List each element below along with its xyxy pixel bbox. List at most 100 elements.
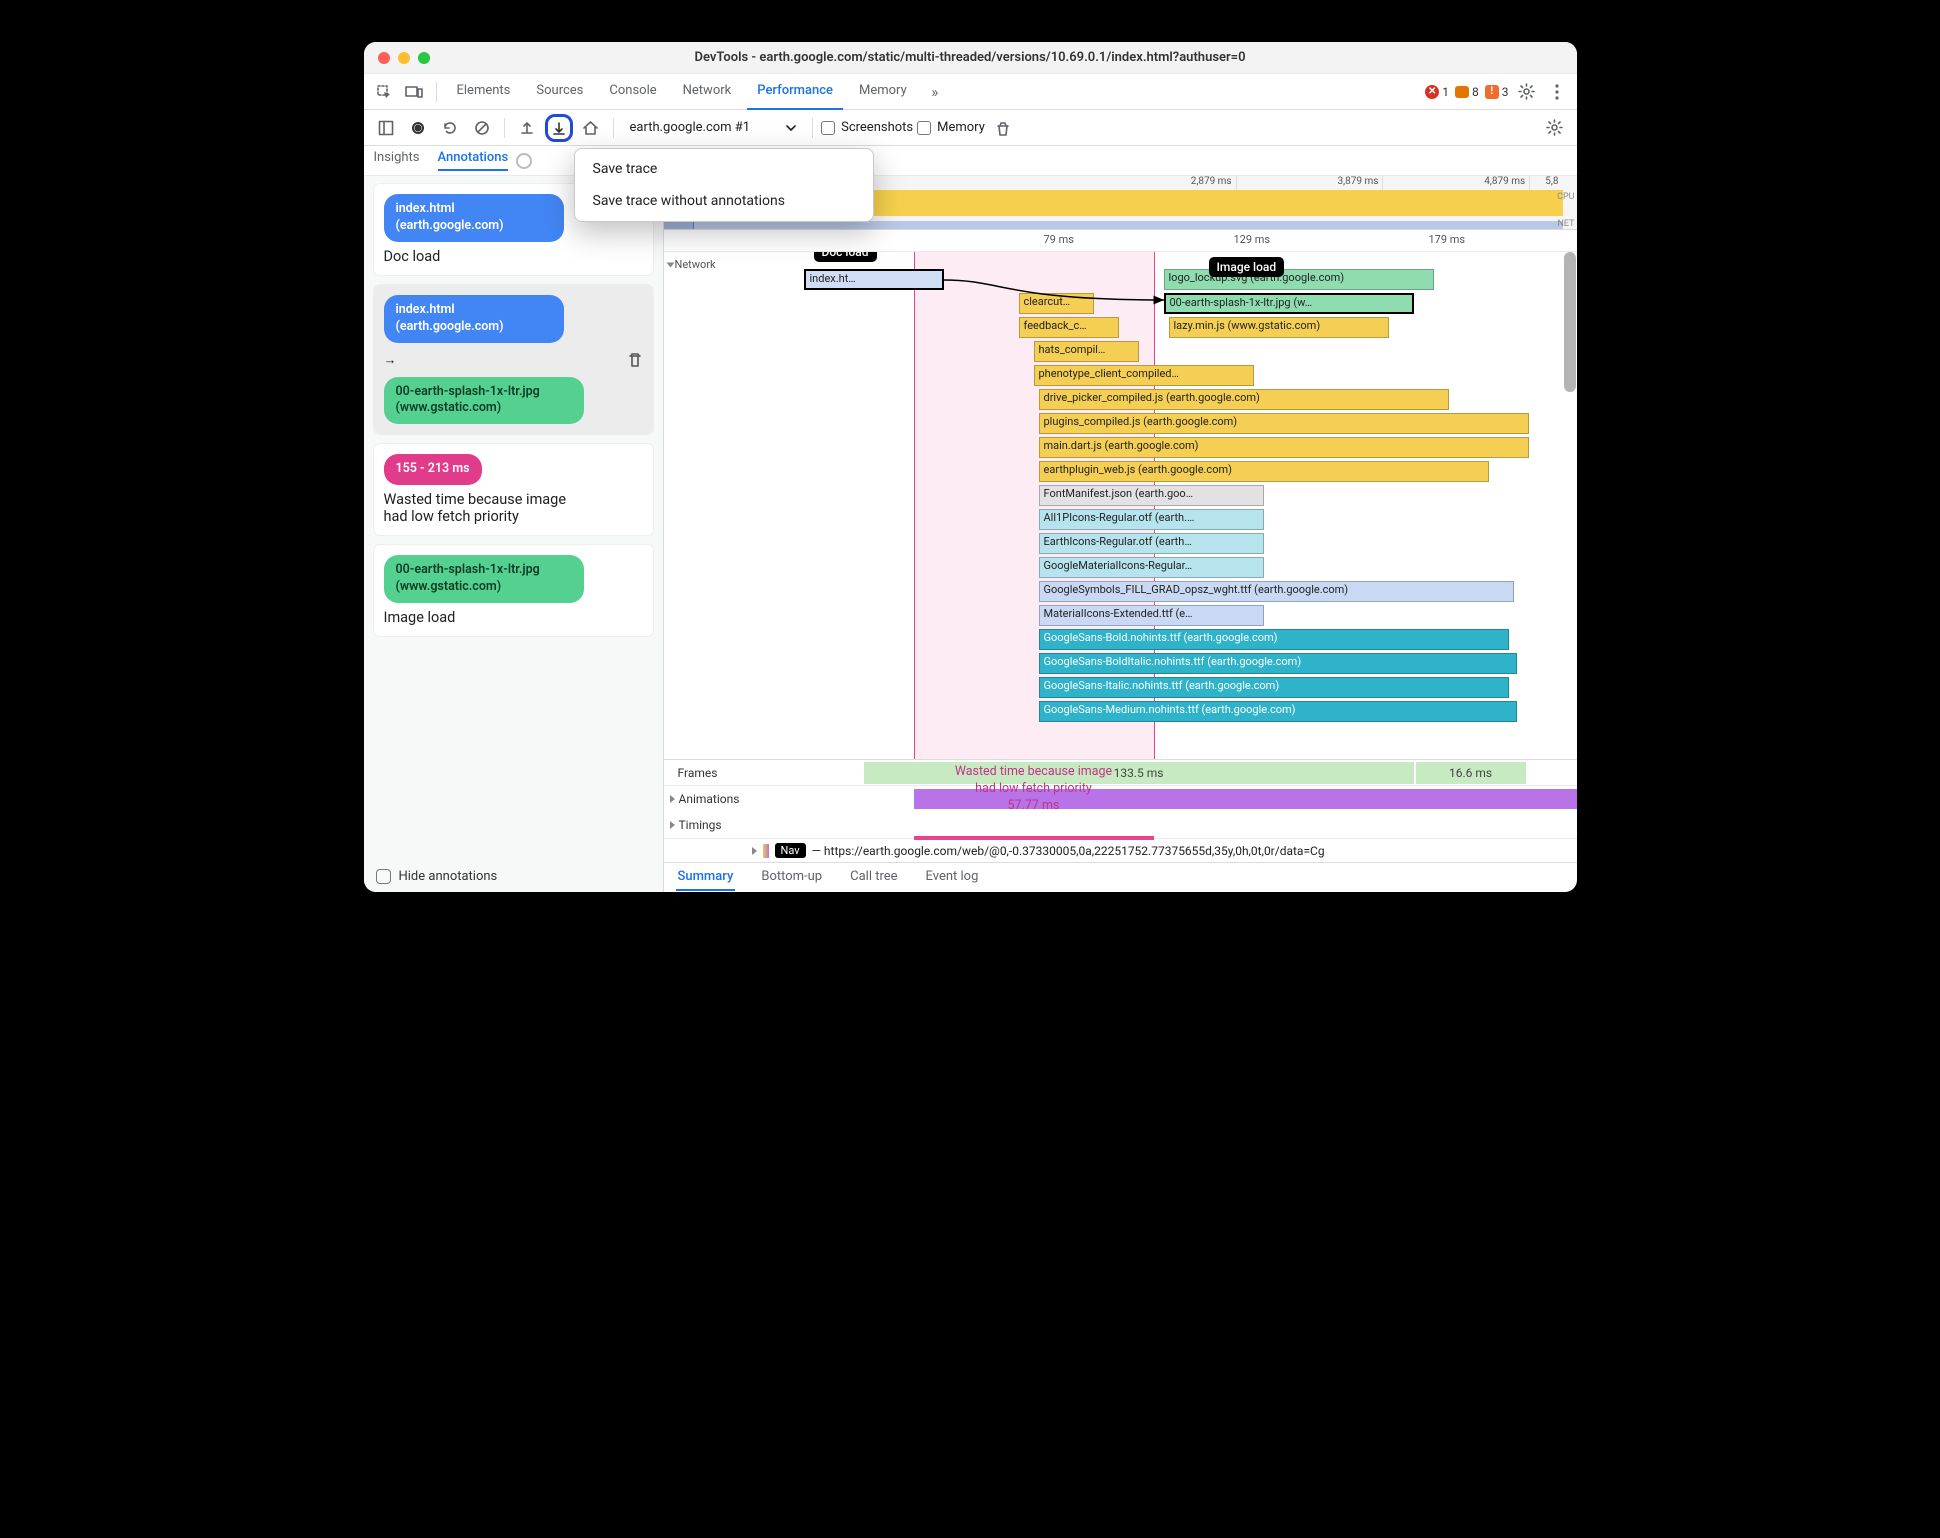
delete-annotation-icon[interactable] bbox=[627, 351, 643, 369]
error-count[interactable]: ✕1 bbox=[1425, 85, 1449, 99]
subtab-annotations[interactable]: Annotations bbox=[438, 150, 509, 171]
tab-performance[interactable]: Performance bbox=[747, 74, 843, 110]
pill-doc-load: Doc load bbox=[814, 252, 877, 262]
close-window[interactable] bbox=[378, 52, 390, 64]
tab-bottom-up[interactable]: Bottom-up bbox=[759, 864, 824, 891]
track-animations[interactable]: Animations bbox=[664, 786, 1577, 812]
tab-event-log[interactable]: Event log bbox=[924, 864, 981, 891]
annotations-sidebar: index.html (earth.google.com) Doc load i… bbox=[364, 176, 664, 892]
perf-toolbar: earth.google.com #1 Screenshots Memory bbox=[364, 110, 1577, 146]
reload-icon[interactable] bbox=[436, 114, 464, 142]
bar-pheno[interactable]: phenotype_client_compiled… bbox=[1034, 365, 1254, 386]
nav-expand-icon[interactable] bbox=[752, 847, 757, 855]
inspect-icon[interactable] bbox=[372, 80, 396, 104]
tab-network[interactable]: Network bbox=[673, 74, 742, 110]
bar-index[interactable]: index.ht… bbox=[804, 269, 944, 290]
device-icon[interactable] bbox=[402, 80, 426, 104]
record-icon[interactable] bbox=[404, 114, 432, 142]
arrow-icon: → bbox=[384, 352, 397, 368]
tab-summary[interactable]: Summary bbox=[676, 864, 736, 891]
wasted-range-bar bbox=[914, 836, 1154, 840]
track-timings[interactable]: Timings bbox=[664, 812, 1577, 838]
frame-b[interactable]: 16.6 ms bbox=[1416, 762, 1526, 784]
warning-count[interactable]: 8 bbox=[1455, 85, 1479, 99]
bar-gsm[interactable]: GoogleSans-Medium.nohints.ttf (earth.goo… bbox=[1039, 701, 1517, 722]
download-icon[interactable] bbox=[545, 114, 573, 142]
tab-sources[interactable]: Sources bbox=[526, 74, 593, 110]
animation-bar[interactable] bbox=[914, 789, 1577, 809]
bar-logo[interactable]: logo_lockup.svg (earth.google.com) bbox=[1164, 269, 1434, 290]
subtab-insights[interactable]: Insights bbox=[374, 150, 420, 171]
annotation-card-2[interactable]: index.html (earth.google.com) → 00-earth… bbox=[374, 285, 653, 435]
traffic-lights bbox=[378, 52, 430, 64]
settings2-icon[interactable] bbox=[1541, 114, 1569, 142]
flamegraph[interactable]: Network Doc load index.ht… Image load lo… bbox=[664, 252, 1577, 759]
upload-icon[interactable] bbox=[513, 114, 541, 142]
pill-image-load: Image load bbox=[1209, 257, 1285, 277]
chip-splash-1: 00-earth-splash-1x-ltr.jpg (www.gstatic.… bbox=[384, 377, 584, 425]
menu-save-trace-no-ann[interactable]: Save trace without annotations bbox=[575, 185, 873, 217]
screenshots-checkbox[interactable]: Screenshots bbox=[821, 120, 913, 135]
kebab-icon[interactable] bbox=[1545, 80, 1569, 104]
violation-count[interactable]: !3 bbox=[1485, 85, 1509, 99]
chip-splash-2: 00-earth-splash-1x-ltr.jpg (www.gstatic.… bbox=[384, 555, 584, 603]
scrollbar-thumb[interactable] bbox=[1564, 252, 1576, 392]
flamegraph-panel: 2,879 ms 3,879 ms 4,879 ms 5,8 CPU NET 7… bbox=[664, 176, 1577, 892]
gc-icon[interactable] bbox=[989, 114, 1017, 142]
bar-hats[interactable]: hats_compil… bbox=[1034, 341, 1139, 362]
window-title: DevTools - earth.google.com/static/multi… bbox=[438, 50, 1563, 65]
overview-cpu-label: CPU bbox=[1557, 192, 1574, 202]
overview-net-label: NET bbox=[1558, 219, 1575, 229]
details-tabs: Summary Bottom-up Call tree Event log bbox=[664, 862, 1577, 892]
zoom-window[interactable] bbox=[418, 52, 430, 64]
time-ruler[interactable]: 79 ms 129 ms 179 ms bbox=[664, 230, 1577, 252]
bar-earthi[interactable]: EarthIcons-Regular.otf (earth… bbox=[1039, 533, 1264, 554]
clear-icon[interactable] bbox=[468, 114, 496, 142]
bar-gmi[interactable]: GoogleMaterialIcons-Regular… bbox=[1039, 557, 1264, 578]
annotation-card-3[interactable]: 155 - 213 ms Wasted time because image h… bbox=[374, 444, 653, 535]
arrow-connector bbox=[944, 270, 1174, 310]
minimize-window[interactable] bbox=[398, 52, 410, 64]
bar-mie[interactable]: MaterialIcons-Extended.ttf (e… bbox=[1039, 605, 1264, 626]
bar-gsi[interactable]: GoogleSans-Italic.nohints.ttf (earth.goo… bbox=[1039, 677, 1509, 698]
settings-icon[interactable] bbox=[1515, 80, 1539, 104]
hide-annotations-checkbox[interactable]: Hide annotations bbox=[376, 869, 498, 884]
bar-gsbi[interactable]: GoogleSans-BoldItalic.nohints.ttf (earth… bbox=[1039, 653, 1517, 674]
bar-gsb[interactable]: GoogleSans-Bold.nohints.ttf (earth.googl… bbox=[1039, 629, 1509, 650]
bar-plugins[interactable]: plugins_compiled.js (earth.google.com) bbox=[1039, 413, 1529, 434]
chip-index-2: index.html (earth.google.com) bbox=[384, 295, 564, 343]
home-icon[interactable] bbox=[577, 114, 605, 142]
bar-allp[interactable]: All1PIcons-Regular.otf (earth.… bbox=[1039, 509, 1264, 530]
tab-memory[interactable]: Memory bbox=[849, 74, 917, 110]
more-tabs[interactable]: » bbox=[923, 80, 947, 104]
frames-track[interactable]: Frames 133.5 ms 16.6 ms bbox=[664, 759, 1577, 785]
bar-feedback[interactable]: feedback_c… bbox=[1019, 317, 1119, 338]
main-tabbar: Elements Sources Console Network Perform… bbox=[364, 74, 1577, 110]
bar-epweb[interactable]: earthplugin_web.js (earth.google.com) bbox=[1039, 461, 1489, 482]
chip-index-1: index.html (earth.google.com) bbox=[384, 194, 564, 242]
tab-elements[interactable]: Elements bbox=[447, 74, 521, 110]
tab-call-tree[interactable]: Call tree bbox=[848, 864, 899, 891]
bar-drive[interactable]: drive_picker_compiled.js (earth.google.c… bbox=[1039, 389, 1449, 410]
menu-save-trace[interactable]: Save trace bbox=[575, 153, 873, 185]
frame-a[interactable]: 133.5 ms bbox=[864, 762, 1414, 784]
trace-select[interactable]: earth.google.com #1 bbox=[622, 115, 805, 141]
annotation-count-ring bbox=[516, 153, 532, 169]
nav-row: Nav — https://earth.google.com/web/@0,-0… bbox=[664, 838, 1577, 862]
bar-maindart[interactable]: main.dart.js (earth.google.com) bbox=[1039, 437, 1529, 458]
devtools-window: DevTools - earth.google.com/static/multi… bbox=[364, 42, 1577, 892]
bar-fontman[interactable]: FontManifest.json (earth.goo… bbox=[1039, 485, 1264, 506]
dock-icon[interactable] bbox=[372, 114, 400, 142]
chip-time-range: 155 - 213 ms bbox=[384, 454, 482, 485]
tab-console[interactable]: Console bbox=[599, 74, 666, 110]
annotation-label-1: Doc load bbox=[384, 248, 643, 265]
memory-checkbox[interactable]: Memory bbox=[917, 120, 985, 135]
annotation-card-4[interactable]: 00-earth-splash-1x-ltr.jpg (www.gstatic.… bbox=[374, 545, 653, 636]
bar-gsym[interactable]: GoogleSymbols_FILL_GRAD_opsz_wght.ttf (e… bbox=[1039, 581, 1514, 602]
trace-select-label: earth.google.com #1 bbox=[630, 120, 751, 135]
annotation-label-4: Image load bbox=[384, 609, 643, 626]
bar-splash[interactable]: 00-earth-splash-1x-ltr.jpg (w… bbox=[1164, 293, 1414, 314]
bar-lazy[interactable]: lazy.min.js (www.gstatic.com) bbox=[1169, 317, 1389, 338]
track-network[interactable]: Network bbox=[668, 258, 716, 271]
save-menu: Save trace Save trace without annotation… bbox=[574, 148, 874, 222]
